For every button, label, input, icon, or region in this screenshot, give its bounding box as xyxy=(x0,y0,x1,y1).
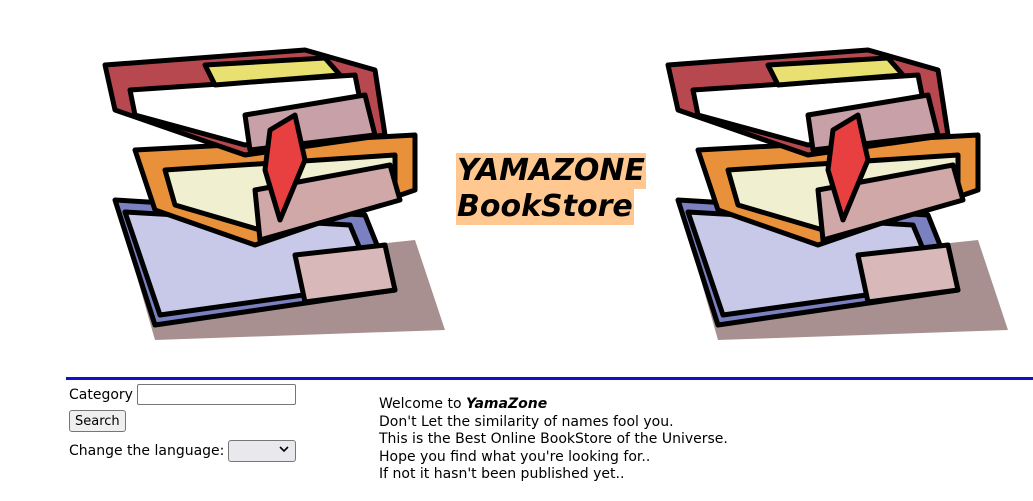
language-label: Change the language: xyxy=(69,443,225,459)
welcome-line-4: Hope you find what you're looking for.. xyxy=(379,448,651,465)
store-title: YAMAZONE BookStore xyxy=(456,153,646,225)
category-label: Category xyxy=(69,386,133,403)
store-title-line2: BookStore xyxy=(456,189,634,225)
language-select[interactable] xyxy=(228,440,297,462)
welcome-message: Welcome to YamaZone Don't Let the simila… xyxy=(379,396,728,484)
book-stack-image-left xyxy=(102,47,445,340)
book-stack-image-right xyxy=(665,47,1008,340)
chevron-down-icon xyxy=(279,446,289,453)
welcome-line-3: This is the Best Online BookStore of the… xyxy=(379,431,728,447)
search-button[interactable]: Search xyxy=(69,410,126,432)
header-divider xyxy=(66,377,1033,380)
welcome-line-5: If not it hasn't been published yet.. xyxy=(379,466,625,482)
welcome-brand: YamaZone xyxy=(466,396,548,412)
welcome-line-2: Don't Let the similarity of names fool y… xyxy=(379,413,674,430)
search-form: Category Search Change the language: xyxy=(69,384,297,462)
store-title-line1: YAMAZONE xyxy=(456,153,646,189)
welcome-intro: Welcome to xyxy=(379,396,466,412)
category-input[interactable] xyxy=(136,384,296,405)
